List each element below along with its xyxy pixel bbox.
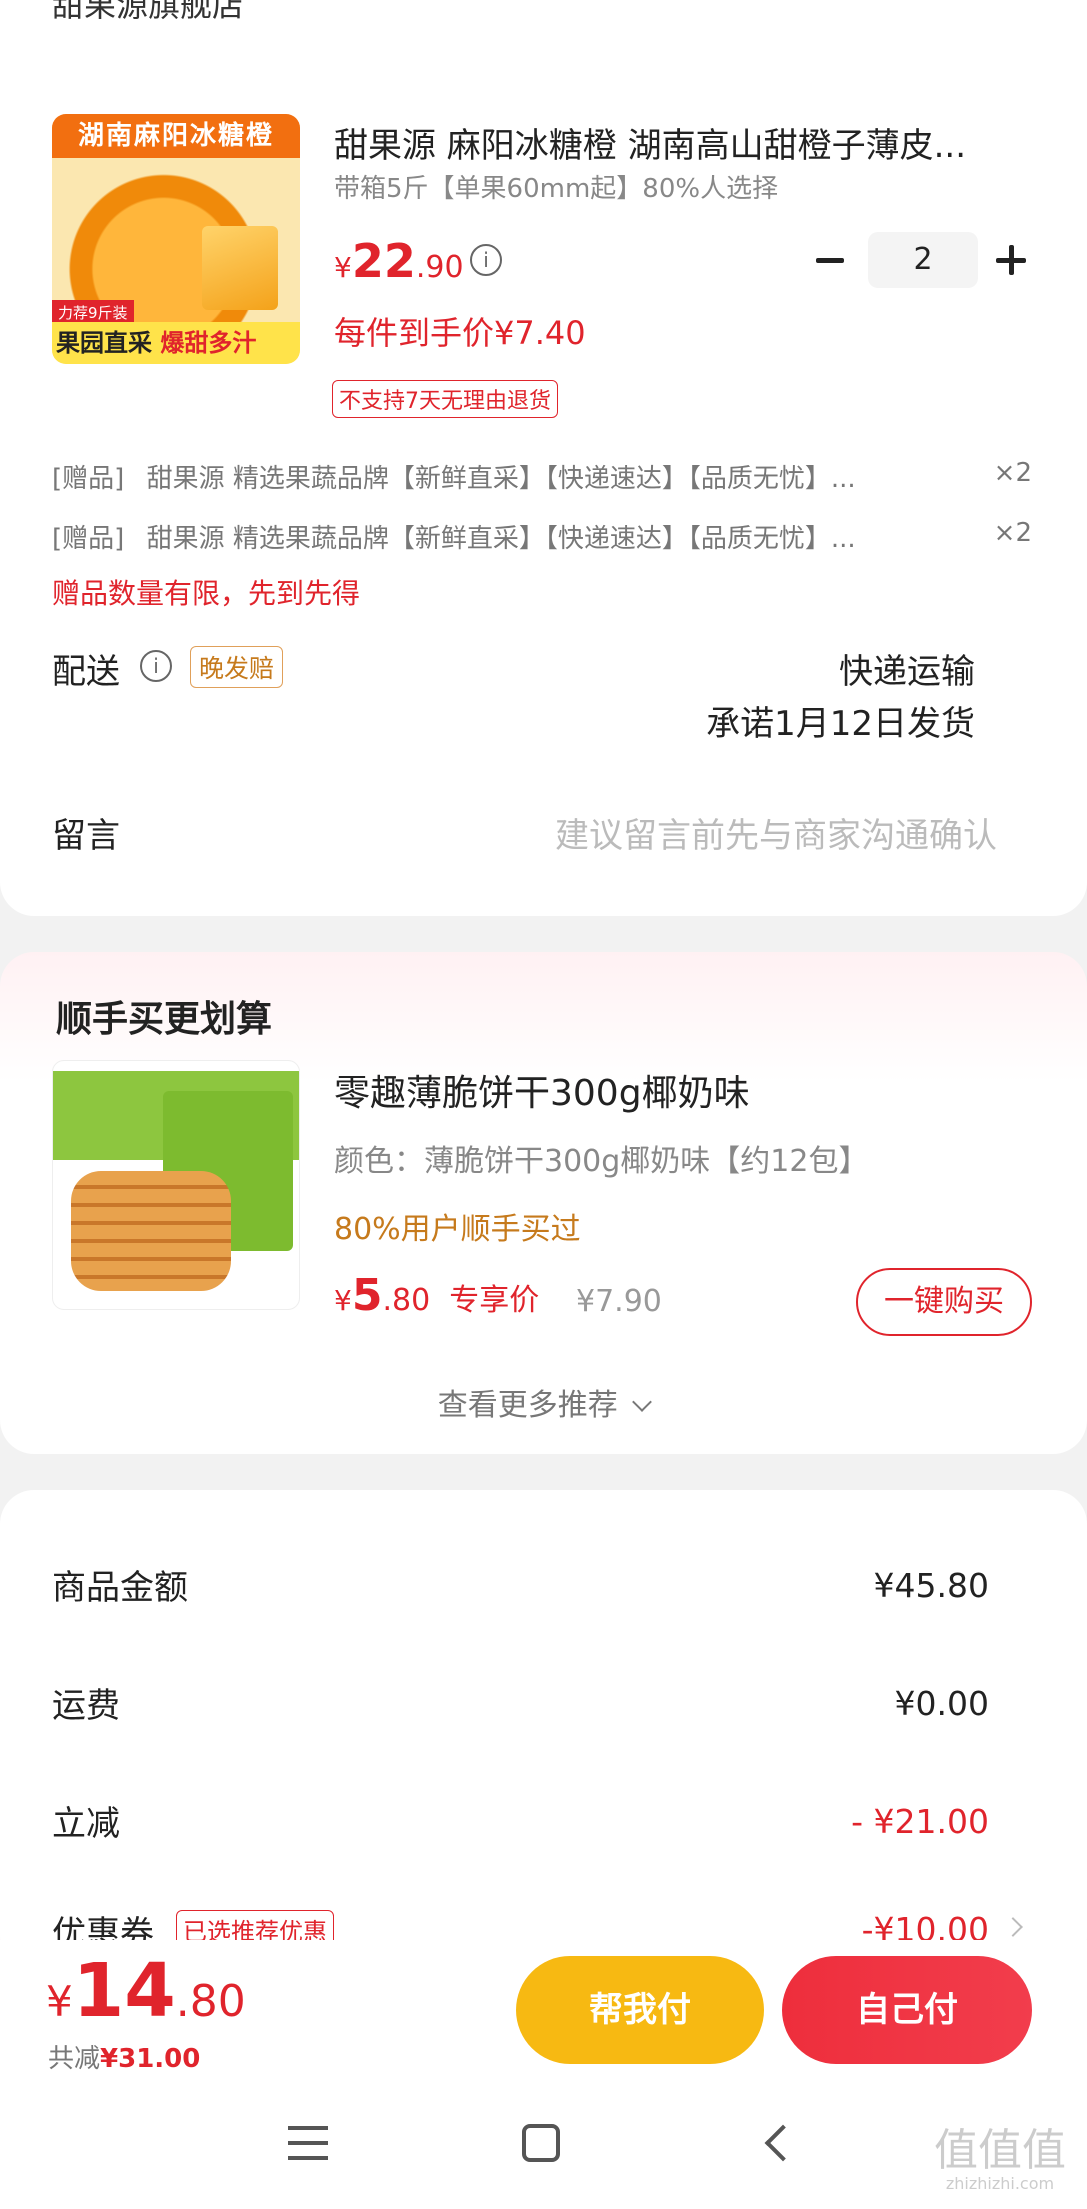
see-more-link[interactable]: 查看更多推荐 bbox=[0, 1380, 1087, 1424]
gift-prefix: [赠品] bbox=[52, 524, 125, 554]
recommend-title[interactable]: 零趣薄脆饼干300g椰奶味 bbox=[334, 1064, 750, 1116]
watermark: 值值值 zhizhizhi.com bbox=[934, 2125, 1066, 2194]
recommend-social-proof: 80%用户顺手买过 bbox=[334, 1212, 581, 1247]
summary-row-goods-value: ¥45.80 bbox=[873, 1566, 989, 1605]
recommend-image[interactable] bbox=[52, 1060, 300, 1310]
watermark-sub: zhizhizhi.com bbox=[945, 2174, 1055, 2193]
price-label: 专享价 bbox=[449, 1283, 540, 1318]
quantity-plus-button[interactable] bbox=[996, 244, 1028, 276]
product-spec[interactable]: 带箱5斤【单果60mm起】80%人选择 bbox=[334, 168, 778, 205]
message-input[interactable]: 建议留言前先与商家沟通确认 bbox=[555, 808, 997, 857]
saved-label: 共减 bbox=[48, 2044, 101, 2074]
gift-qty: ×2 bbox=[993, 518, 1032, 548]
menu-icon[interactable] bbox=[288, 2126, 328, 2160]
gift-text: 甜果源 精选果蔬品牌【新鲜直采】【快递速达】【品质无忧】... bbox=[146, 464, 856, 494]
store-name-cut: 甜果源旗舰店 bbox=[52, 0, 245, 24]
help-me-pay-button[interactable]: 帮我付 bbox=[516, 1956, 764, 2064]
product-image[interactable]: 湖南麻阳冰糖橙 力荐9斤装 果园直采 爆甜多汁 bbox=[52, 114, 300, 364]
price-dec: .90 bbox=[415, 250, 464, 285]
gift-row-1[interactable]: [赠品] 甜果源 精选果蔬品牌【新鲜直采】【快递速达】【品质无忧】... ×2 bbox=[52, 458, 1032, 495]
image-footer-right: 爆甜多汁 bbox=[160, 329, 257, 357]
summary-row-goods-label: 商品金额 bbox=[52, 1568, 188, 1608]
watermark-main: 值值值 bbox=[934, 2125, 1066, 2176]
total-dec: .80 bbox=[175, 1976, 246, 2027]
summary-row-shipping-label: 运费 bbox=[52, 1686, 120, 1726]
self-pay-button[interactable]: 自己付 bbox=[782, 1956, 1032, 2064]
total-saved: 共减¥31.00 bbox=[48, 2038, 200, 2075]
delivery-label: 配送 bbox=[52, 652, 120, 692]
summary-row-discount-label: 立减 bbox=[52, 1804, 120, 1844]
gift-qty: ×2 bbox=[993, 458, 1032, 488]
price-int: 5 bbox=[351, 1270, 383, 1321]
price-dec: .80 bbox=[382, 1283, 431, 1318]
recommend-section-title: 顺手买更划算 bbox=[56, 999, 273, 1040]
product-title[interactable]: 甜果源 麻阳冰糖橙 湖南高山甜橙子薄皮... bbox=[334, 118, 1014, 167]
product-price: ¥22.90 bbox=[334, 234, 464, 288]
summary-row-discount-value: - ¥21.00 bbox=[851, 1802, 989, 1841]
see-more-label: 查看更多推荐 bbox=[437, 1388, 618, 1423]
total-price: ¥14.80 bbox=[46, 1948, 246, 2034]
price-symbol: ¥ bbox=[334, 251, 352, 284]
total-symbol: ¥ bbox=[46, 1977, 73, 2026]
biscuit-stack bbox=[71, 1171, 231, 1291]
chevron-down-icon bbox=[632, 1392, 653, 1412]
no-return-badge: 不支持7天无理由退货 bbox=[332, 380, 558, 418]
gift-prefix: [赠品] bbox=[52, 464, 125, 494]
quantity-minus-button[interactable] bbox=[816, 246, 848, 274]
total-int: 14 bbox=[72, 1948, 176, 2034]
image-footer: 果园直采 爆甜多汁 bbox=[52, 322, 300, 364]
image-banner: 湖南麻阳冰糖橙 bbox=[52, 114, 300, 158]
summary-row-shipping-value: ¥0.00 bbox=[894, 1684, 989, 1723]
recommend-orig-price: ¥7.90 bbox=[576, 1284, 662, 1319]
quantity-input[interactable]: 2 bbox=[868, 232, 978, 288]
image-cube bbox=[202, 226, 278, 310]
delivery-method[interactable]: 快递运输 bbox=[839, 644, 975, 693]
price-info-icon[interactable]: i bbox=[470, 244, 502, 276]
one-click-buy-button[interactable]: 一键购买 bbox=[856, 1268, 1032, 1336]
recommend-price: ¥5.80 专享价 bbox=[334, 1270, 539, 1321]
image-footer-left: 果园直采 bbox=[56, 329, 152, 357]
delivery-info-icon[interactable]: i bbox=[140, 650, 172, 682]
home-icon[interactable] bbox=[522, 2124, 560, 2162]
price-symbol: ¥ bbox=[334, 1284, 352, 1317]
delivery-promise: 承诺1月12日发货 bbox=[706, 704, 975, 744]
per-item-price: 每件到手价¥7.40 bbox=[334, 314, 586, 352]
message-label: 留言 bbox=[52, 816, 120, 856]
saved-value: ¥31.00 bbox=[100, 2044, 201, 2074]
gift-notice: 赠品数量有限，先到先得 bbox=[52, 577, 361, 610]
price-int: 22 bbox=[351, 234, 416, 288]
gift-text: 甜果源 精选果蔬品牌【新鲜直采】【快递速达】【品质无忧】... bbox=[146, 524, 856, 554]
recommend-spec[interactable]: 颜色：薄脆饼干300g椰奶味【约12包】 bbox=[334, 1136, 868, 1180]
gift-row-2[interactable]: [赠品] 甜果源 精选果蔬品牌【新鲜直采】【快递速达】【品质无忧】... ×2 bbox=[52, 518, 1032, 555]
late-ship-badge[interactable]: 晚发赔 bbox=[190, 646, 284, 688]
